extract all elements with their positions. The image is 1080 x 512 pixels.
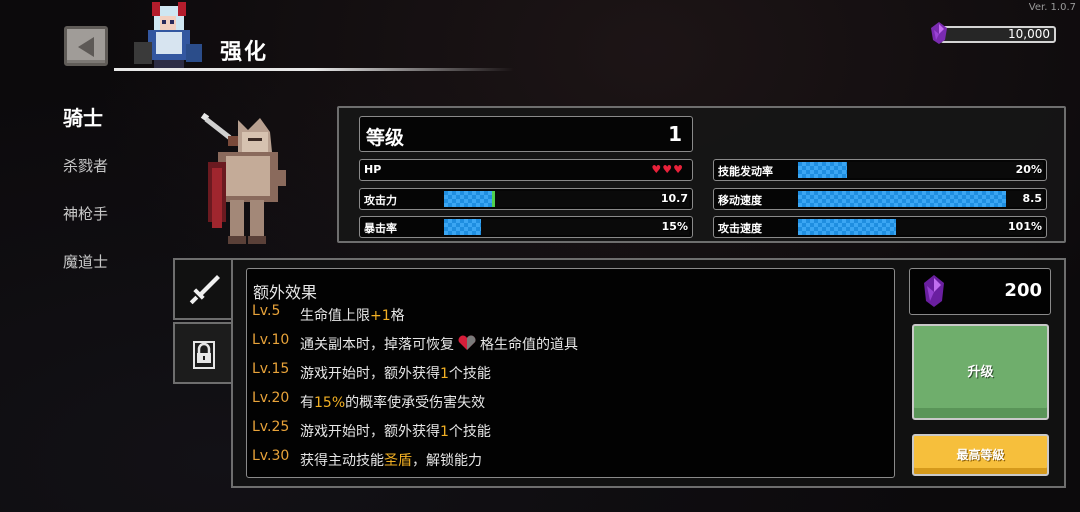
stat-bar-fill [798, 162, 847, 178]
stat-value: 8.5 [1022, 192, 1043, 205]
purple-gem-icon [931, 22, 947, 44]
effect-desc: 游戏开始时，额外获得1个技能 [300, 424, 491, 440]
stat-label: 攻击力 [364, 194, 397, 207]
stat-bar [798, 162, 1043, 178]
class-item-slayer[interactable]: 杀戮者 [56, 142, 126, 190]
upgrade-cost: 200 [909, 268, 1051, 315]
effect-desc: 游戏开始时，额外获得1个技能 [300, 366, 491, 382]
character-portrait [134, 2, 202, 68]
tab-locked[interactable] [173, 322, 233, 384]
stat-label: 移动速度 [718, 194, 762, 207]
stat-skill-rate: 技能发动率 20% [713, 159, 1047, 181]
tab-weapon[interactable] [173, 258, 233, 320]
stat-value: 20% [1015, 163, 1042, 176]
stat-bar-fill [798, 191, 1007, 207]
stat-value: 101% [1008, 220, 1042, 233]
effect-level: Lv.15 [252, 361, 290, 377]
effect-level: Lv.5 [252, 303, 281, 319]
effect-desc: 通关副本时，掉落可恢复 格生命值的道具 [300, 335, 578, 353]
stat-attack: 攻击力 10.7 [359, 188, 693, 210]
stat-bar [798, 191, 1043, 207]
effect-desc: 有15%的概率使承受伤害失效 [300, 395, 486, 411]
effect-level: Lv.10 [252, 332, 290, 348]
class-item-gunner[interactable]: 神枪手 [56, 190, 126, 238]
currency-display: 10,000 [930, 22, 1058, 44]
effect-level: Lv.30 [252, 448, 290, 464]
knight-sprite [200, 112, 286, 244]
stat-value: 15% [661, 220, 688, 233]
stat-bar-fill [444, 219, 481, 235]
stat-hp: HP ♥♥♥ [359, 159, 693, 181]
currency-amount: 10,000 [940, 26, 1056, 43]
heart-icons: ♥♥♥ [651, 163, 684, 176]
class-item-mage[interactable]: 魔道士 [56, 238, 126, 286]
sword-icon [189, 275, 220, 305]
level-label: 等级 [366, 127, 405, 149]
max-level-button[interactable]: 最高等級 [912, 434, 1049, 476]
effect-desc: 生命值上限+1格 [300, 308, 405, 324]
stat-label: 攻击速度 [718, 222, 762, 235]
heart-icon [458, 335, 476, 350]
stat-bar [444, 191, 689, 207]
effects-title: 额外效果 [253, 283, 318, 302]
stat-value: 10.7 [660, 192, 688, 205]
level-value: 1 [668, 122, 682, 146]
stat-crit: 暴击率 15% [359, 216, 693, 238]
stats-panel: 等级 1 HP ♥♥♥ 攻击力 10.7 暴击率 15% 技能发动率 20% 移… [337, 106, 1066, 243]
level-box: 等级 1 [359, 116, 693, 152]
version-label: Ver. 1.0.7 [1028, 2, 1076, 13]
stat-label: 暴击率 [364, 222, 397, 235]
purple-gem-icon [924, 275, 944, 307]
stat-move-speed: 移动速度 8.5 [713, 188, 1047, 210]
stat-bar [798, 219, 1043, 235]
upgrade-button[interactable]: 升级 [912, 324, 1049, 420]
stat-bar [444, 219, 689, 235]
lock-icon [193, 341, 215, 369]
effect-level: Lv.20 [252, 390, 290, 406]
class-item-knight[interactable]: 骑士 [56, 94, 126, 142]
page-title: 强化 [220, 40, 269, 65]
extra-effects-box: 额外效果 Lv.5 生命值上限+1格 Lv.10 通关副本时，掉落可恢复 格生命值… [246, 268, 895, 478]
stat-attack-speed: 攻击速度 101% [713, 216, 1047, 238]
back-arrow-icon [78, 37, 94, 57]
stat-bar-fill [798, 219, 896, 235]
effect-desc: 获得主动技能圣盾，解锁能力 [300, 453, 482, 469]
effect-level: Lv.25 [252, 419, 290, 435]
class-list: 骑士 杀戮者 神枪手 魔道士 [56, 94, 126, 286]
stat-bar-fill [444, 191, 496, 207]
stat-label: HP [364, 163, 382, 176]
stat-label: 技能发动率 [718, 165, 773, 178]
title-underline [114, 68, 514, 71]
back-button[interactable] [64, 26, 108, 66]
cost-value: 200 [1004, 280, 1042, 301]
